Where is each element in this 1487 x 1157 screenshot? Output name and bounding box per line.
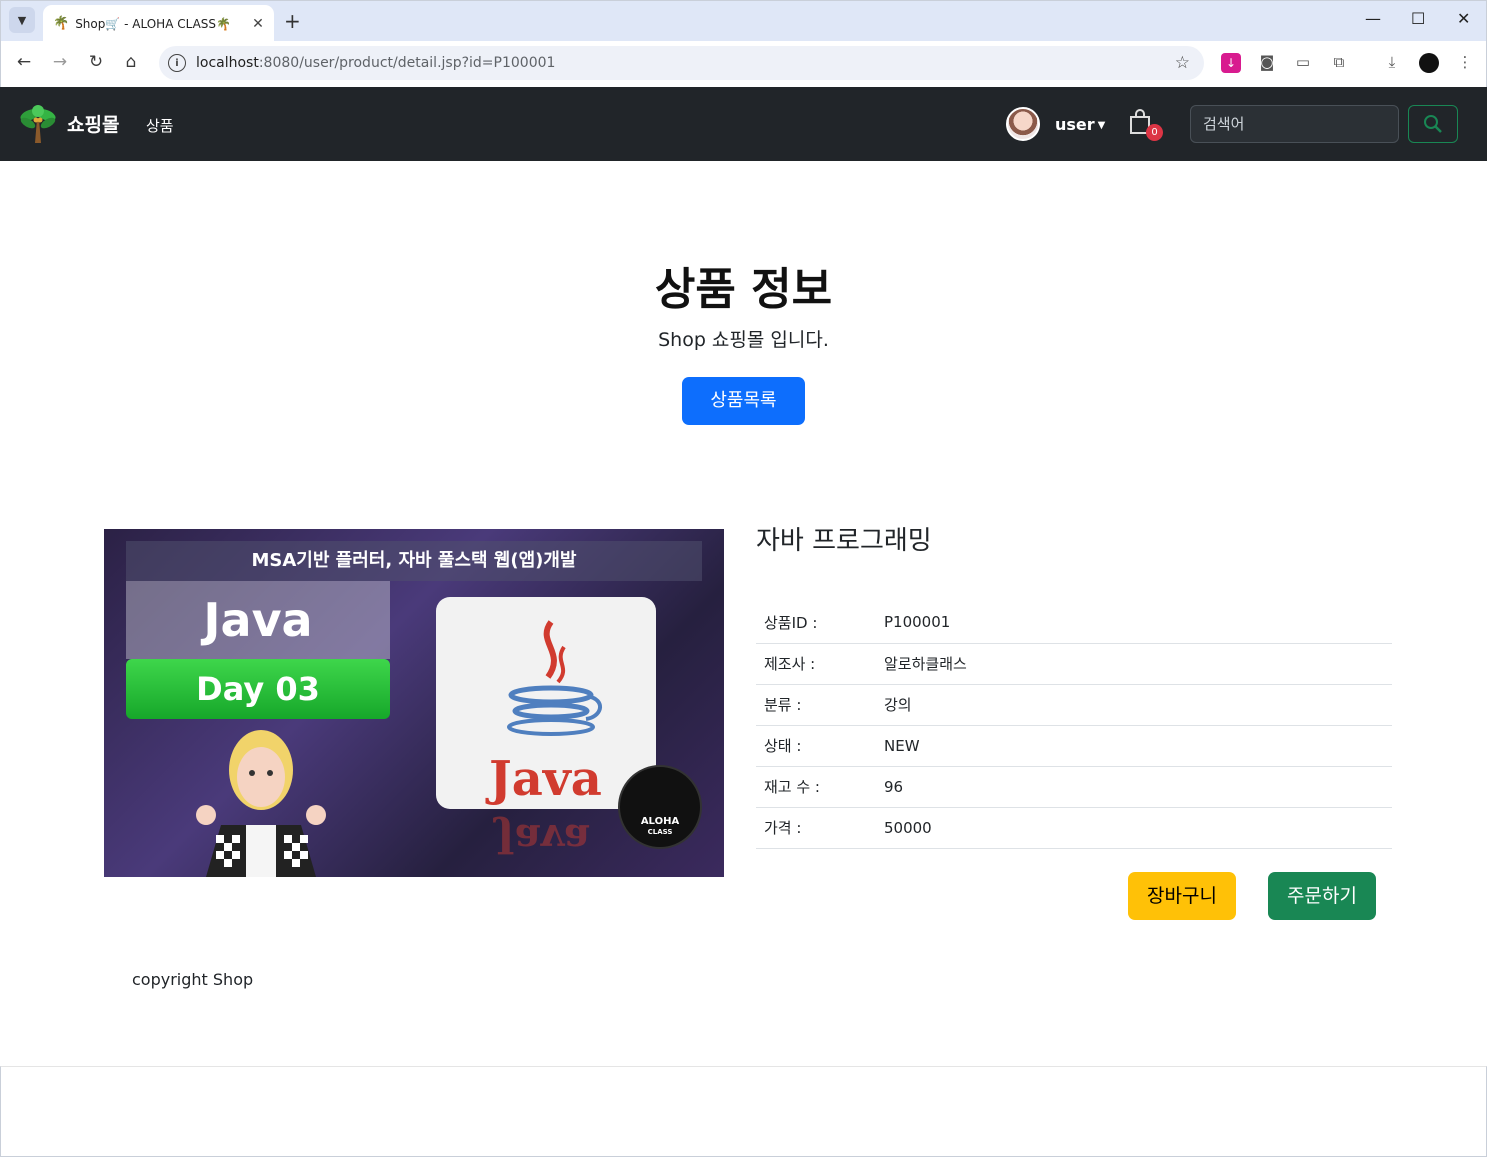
- avatar[interactable]: [1006, 107, 1040, 141]
- minimize-icon[interactable]: —: [1365, 9, 1381, 28]
- palm-tree-icon: 🌴: [53, 16, 70, 31]
- cart-count-badge: 0: [1146, 124, 1163, 141]
- close-icon[interactable]: ✕: [248, 16, 268, 32]
- reload-icon[interactable]: ↻: [84, 52, 108, 72]
- add-to-cart-button[interactable]: 장바구니: [1128, 872, 1236, 920]
- page-subtitle: Shop 쇼핑몰 입니다.: [658, 329, 829, 351]
- caret-down-icon: ▼: [1097, 120, 1106, 131]
- product-name: 자바 프로그래밍: [756, 526, 932, 556]
- extensions-icon[interactable]: ⧉: [1329, 53, 1349, 73]
- row-label: 가격 :: [756, 807, 876, 849]
- search-input[interactable]: 검색어: [1190, 105, 1399, 143]
- page-title: 상품 정보: [654, 264, 833, 315]
- row-value: NEW: [876, 725, 1392, 767]
- aloha-badge-text: ALOHA: [640, 816, 680, 827]
- table-row: 제조사 : 알로하클래스: [756, 643, 1392, 685]
- downloads-icon[interactable]: ⤓: [1382, 53, 1402, 73]
- image-java-label: Java: [126, 581, 390, 659]
- table-row: 재고 수 :96: [756, 766, 1392, 808]
- browser-titlebar: ▼ 🌴 Shop🛒 - ALOHA CLASS🌴 ✕ + — ☐ ✕: [0, 0, 1487, 42]
- chevron-down-icon: ▼: [17, 13, 27, 27]
- row-value: 강의: [876, 684, 1392, 726]
- java-logo-text: Java: [489, 751, 602, 807]
- row-label: 재고 수 :: [756, 766, 876, 808]
- user-dropdown[interactable]: user ▼: [1055, 115, 1105, 134]
- image-banner-text: MSA기반 플러터, 자바 풀스택 웹(앱)개발: [126, 541, 702, 581]
- tab-search-button[interactable]: ▼: [9, 7, 35, 33]
- table-row: 가격 :50000: [756, 807, 1392, 849]
- download-extension-icon[interactable]: ↓: [1221, 53, 1241, 73]
- row-label: 상품ID :: [756, 602, 876, 644]
- aloha-badge-subtext: CLASS: [647, 828, 673, 836]
- tab-title: Shop🛒 - ALOHA CLASS🌴: [75, 16, 231, 31]
- product-list-button[interactable]: 상품목록: [682, 377, 805, 425]
- site-navbar: 쇼핑몰 상품 user ▼ 0 검색어: [0, 87, 1487, 161]
- profile-avatar-icon[interactable]: [1419, 53, 1439, 73]
- forward-icon[interactable]: →: [48, 52, 72, 72]
- row-value: 96: [876, 766, 1392, 808]
- avatar-character-illustration: [196, 730, 326, 877]
- row-value: 50000: [876, 807, 1392, 849]
- site-info-icon[interactable]: i: [168, 54, 186, 72]
- footer-copyright: copyright Shop: [132, 970, 254, 989]
- browser-tab[interactable]: 🌴 Shop🛒 - ALOHA CLASS🌴 ✕: [43, 5, 274, 42]
- brand-name[interactable]: 쇼핑몰: [67, 110, 119, 137]
- table-row: 분류 : 강의: [756, 684, 1392, 726]
- address-bar[interactable]: i localhost:8080/user/product/detail.jsp…: [159, 46, 1204, 80]
- product-image: MSA기반 플러터, 자바 풀스택 웹(앱)개발 Java Day 03 Jav…: [104, 529, 724, 877]
- page-bottom-area: [0, 1066, 1487, 1157]
- back-icon[interactable]: ←: [12, 52, 36, 72]
- row-value: 알로하클래스: [876, 643, 1392, 685]
- menu-dots-icon[interactable]: ⋮: [1455, 53, 1475, 73]
- url-text: localhost:8080/user/product/detail.jsp?i…: [196, 55, 556, 71]
- browser-toolbar: ← → ↻ ⌂ i localhost:8080/user/product/de…: [0, 41, 1487, 87]
- table-row: 상품ID : P100001: [756, 602, 1392, 644]
- search-button[interactable]: [1408, 105, 1458, 143]
- row-label: 상태 :: [756, 725, 876, 767]
- home-icon[interactable]: ⌂: [119, 52, 143, 72]
- order-button[interactable]: 주문하기: [1268, 872, 1376, 920]
- bookmark-star-icon[interactable]: ☆: [1175, 53, 1190, 73]
- row-label: 제조사 :: [756, 643, 876, 685]
- cast-icon[interactable]: ▭: [1293, 53, 1313, 73]
- java-reflection: Java: [496, 815, 591, 862]
- palm-tree-logo-icon[interactable]: [20, 105, 56, 143]
- search-icon: [1424, 115, 1442, 133]
- row-label: 분류 :: [756, 684, 876, 726]
- window-close-icon[interactable]: ✕: [1457, 9, 1470, 28]
- user-label: user: [1055, 115, 1095, 134]
- java-cup-icon: [507, 620, 602, 736]
- row-value: P100001: [876, 602, 1392, 644]
- camera-icon[interactable]: ◙: [1257, 53, 1277, 73]
- image-day-label: Day 03: [126, 659, 390, 719]
- maximize-icon[interactable]: ☐: [1411, 9, 1425, 28]
- product-info-table: 상품ID : P100001 제조사 : 알로하클래스 분류 : 강의 상태 : NEW…: [756, 602, 1392, 849]
- table-row: 상태 : NEW: [756, 725, 1392, 767]
- nav-link-products[interactable]: 상품: [146, 115, 174, 136]
- new-tab-button[interactable]: +: [284, 9, 301, 33]
- aloha-class-badge: ALOHA CLASS: [618, 765, 702, 849]
